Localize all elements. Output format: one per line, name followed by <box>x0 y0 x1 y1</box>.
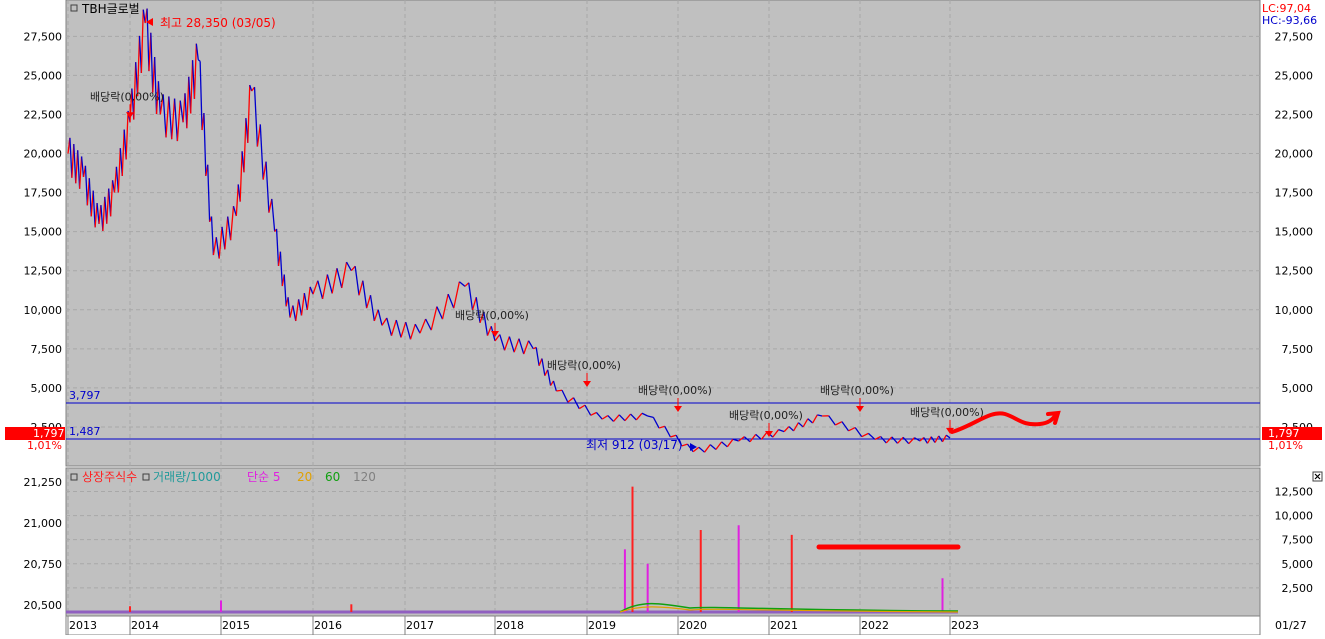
volume-tick-left: 21,250 <box>24 476 63 489</box>
lower-hline-label: 1,487 <box>69 425 101 438</box>
price-tick-right: 17,500 <box>1275 187 1314 200</box>
x-tick-label: 2019 <box>588 619 616 632</box>
min-label: 최저 912 (03/17) <box>586 438 683 452</box>
price-tick-left: 7,500 <box>31 343 63 356</box>
price-tick-right: 10,000 <box>1275 304 1314 317</box>
legend-item: 상장주식수 <box>82 470 137 484</box>
price-tick-right: 22,500 <box>1275 108 1314 121</box>
volume-tick-right: 10,000 <box>1275 510 1314 523</box>
price-tick-left: 5,000 <box>31 382 63 395</box>
chart-window: 27,500 25,000 22,500 20,000 17,500 15,000 12,5… <box>0 0 1325 635</box>
dividend-label: 배당락(0,00%) <box>729 409 803 422</box>
price-tick-left: 20,000 <box>24 148 63 161</box>
price-tick-left: 27,500 <box>24 30 63 43</box>
price-tick-right: 7,500 <box>1282 343 1314 356</box>
legend-item: 거래량/1000 <box>153 470 221 484</box>
dividend-label: 배당락(0,00%) <box>547 359 621 372</box>
price-tick-left: 22,500 <box>24 108 63 121</box>
dividend-label: 배당락(0,00%) <box>910 406 984 419</box>
x-tick-label: 2023 <box>951 619 979 632</box>
x-tick-label: 2014 <box>131 619 159 632</box>
x-tick-label: 2022 <box>861 619 889 632</box>
volume-tick-right: 2,500 <box>1282 582 1314 595</box>
volume-panel <box>66 468 1260 616</box>
chart-canvas: 27,500 25,000 22,500 20,000 17,500 15,000 12,5… <box>0 0 1325 635</box>
x-tick-label: 2018 <box>496 619 524 632</box>
end-date-label: 01/27 <box>1275 619 1307 632</box>
dividend-label: 배당락(0,00%) <box>638 384 712 397</box>
current-pct-left: 1,01% <box>27 439 62 452</box>
legend-item: 120 <box>353 470 376 484</box>
stock-name: TBH글로벌 <box>81 2 140 16</box>
x-tick-label: 2017 <box>406 619 434 632</box>
hc-label: HC:-93,66 <box>1262 14 1317 27</box>
volume-tick-right: 7,500 <box>1282 534 1314 547</box>
price-tick-left: 25,000 <box>24 69 63 82</box>
price-segment <box>556 390 562 391</box>
legend-item: 단순 5 <box>247 470 281 484</box>
volume-tick-left: 21,000 <box>24 517 63 530</box>
current-pct-right: 1,01% <box>1268 439 1303 452</box>
price-tick-right: 5,000 <box>1282 382 1314 395</box>
price-tick-right: 15,000 <box>1275 226 1314 239</box>
volume-tick-right: 12,500 <box>1275 485 1314 498</box>
x-tick-label: 2015 <box>222 619 250 632</box>
dividend-label: 배당락(0,00%) <box>455 309 529 322</box>
price-tick-right: 12,500 <box>1275 265 1314 278</box>
price-tick-right: 25,000 <box>1275 69 1314 82</box>
price-tick-right: 20,000 <box>1275 148 1314 161</box>
x-tick-label: 2021 <box>770 619 798 632</box>
price-tick-left: 15,000 <box>24 226 63 239</box>
volume-tick-right: 5,000 <box>1282 558 1314 571</box>
x-tick-label: 2016 <box>314 619 342 632</box>
price-tick-right: 27,500 <box>1275 30 1314 43</box>
volume-tick-left: 20,500 <box>24 599 63 612</box>
price-tick-left: 10,000 <box>24 304 63 317</box>
x-tick-label: 2020 <box>679 619 707 632</box>
x-tick-label: 2013 <box>69 619 97 632</box>
volume-tick-left: 20,750 <box>24 558 63 571</box>
legend-item: 60 <box>325 470 340 484</box>
price-tick-left: 12,500 <box>24 265 63 278</box>
dividend-label: 배당락(0,00%) <box>90 90 164 103</box>
dividend-label: 배당락(0,00%) <box>820 384 894 397</box>
legend-item: 20 <box>297 470 312 484</box>
upper-hline-label: 3,797 <box>69 389 101 402</box>
max-label: 최고 28,350 (03/05) <box>160 16 276 30</box>
price-tick-left: 17,500 <box>24 187 63 200</box>
